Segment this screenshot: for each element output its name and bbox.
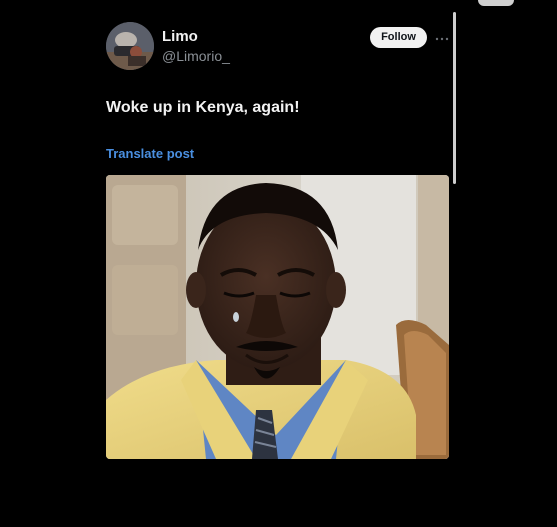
author-display-name[interactable]: Limo [162,28,198,45]
follow-button[interactable]: Follow [370,27,427,48]
scrollbar[interactable] [453,12,456,184]
author-avatar[interactable] [106,22,154,70]
translate-post-link[interactable]: Translate post [106,146,194,161]
post-text: Woke up in Kenya, again! [106,99,300,116]
window-edge-fragment [478,0,514,6]
post-media-image[interactable] [106,175,449,459]
more-horizontal-icon[interactable] [435,30,449,41]
author-handle[interactable]: @Limorio_ [162,48,230,64]
